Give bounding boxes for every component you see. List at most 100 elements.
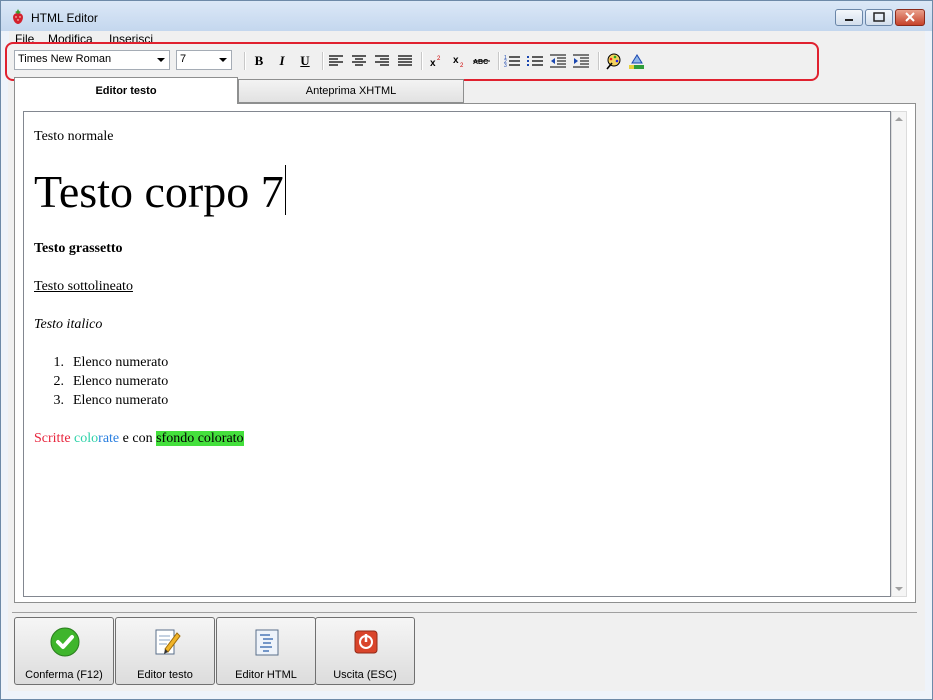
text-color-button[interactable] bbox=[604, 52, 622, 70]
list-number: 2. bbox=[53, 374, 65, 389]
text-plain: e con bbox=[119, 431, 157, 446]
text-blue: rate bbox=[98, 431, 120, 446]
list-item: 2. Elenco numerato bbox=[34, 374, 169, 390]
bullet-list-button[interactable] bbox=[526, 52, 544, 70]
align-right-button[interactable] bbox=[373, 52, 391, 70]
menu-modifica[interactable]: Modifica bbox=[48, 32, 93, 46]
underline-icon: U bbox=[300, 53, 310, 68]
italic-icon: I bbox=[279, 53, 285, 68]
numbered-list-icon: 123 bbox=[504, 55, 520, 68]
text-caret bbox=[284, 165, 286, 215]
justify-icon bbox=[398, 55, 412, 66]
chevron-down-icon bbox=[157, 58, 165, 62]
text-underlined: Testo sottolineato bbox=[34, 279, 133, 294]
font-size-select[interactable]: 7 bbox=[176, 50, 232, 70]
highlight-color-icon bbox=[628, 53, 644, 69]
close-button[interactable] bbox=[895, 9, 925, 26]
toolbar-separator bbox=[421, 52, 423, 70]
toolbar-separator bbox=[322, 52, 324, 70]
superscript-icon: x2 bbox=[430, 56, 441, 68]
font-family-value: Times New Roman bbox=[18, 53, 112, 65]
svg-text:ABC: ABC bbox=[473, 59, 488, 66]
align-right-icon bbox=[375, 55, 389, 66]
tab-editor-testo[interactable]: Editor testo bbox=[14, 77, 238, 104]
text-color-icon bbox=[605, 53, 620, 70]
text-colored: Scritte colorate e con sfondo colorato bbox=[34, 431, 244, 447]
tab-anteprima-xhtml[interactable]: Anteprima XHTML bbox=[238, 79, 464, 103]
text-large-content: Testo corpo 7 bbox=[34, 166, 284, 217]
italic-button[interactable]: I bbox=[273, 52, 291, 70]
highlight-color-button[interactable] bbox=[627, 52, 645, 70]
font-size-value: 7 bbox=[180, 53, 187, 65]
font-family-select[interactable]: Times New Roman bbox=[14, 50, 170, 70]
superscript-button[interactable]: x2 bbox=[427, 52, 445, 70]
increase-indent-button[interactable] bbox=[572, 52, 590, 70]
align-left-icon bbox=[329, 55, 343, 66]
text-editor-label: Editor testo bbox=[137, 669, 193, 681]
html-editor-label: Editor HTML bbox=[235, 669, 297, 681]
rich-text-editor[interactable]: Testo normale Testo corpo 7 Testo grasse… bbox=[23, 111, 891, 597]
text-green-background: sfondo colorato bbox=[156, 431, 244, 446]
chevron-down-icon bbox=[219, 58, 227, 62]
svg-text:2: 2 bbox=[460, 63, 464, 68]
toolbar-separator bbox=[498, 52, 500, 70]
list-item: 1. Elenco numerato bbox=[34, 355, 169, 371]
list-number: 3. bbox=[53, 393, 65, 408]
list-text: Elenco numerato bbox=[73, 355, 169, 370]
strikethrough-button[interactable]: ABC bbox=[473, 52, 491, 70]
confirm-label: Conferma (F12) bbox=[25, 669, 103, 681]
tab-label: Editor testo bbox=[95, 85, 157, 97]
svg-text:2: 2 bbox=[437, 56, 441, 62]
html-editor-button[interactable]: Editor HTML bbox=[216, 617, 316, 685]
text-teal: colo bbox=[74, 431, 99, 446]
subscript-icon: x2 bbox=[453, 55, 464, 68]
list-text: Elenco numerato bbox=[73, 393, 169, 408]
justify-button[interactable] bbox=[396, 52, 414, 70]
strawberry-icon bbox=[13, 9, 23, 24]
toolbar-separator bbox=[244, 52, 246, 70]
text-editor-button[interactable]: Editor testo bbox=[115, 617, 215, 685]
close-icon bbox=[905, 12, 915, 22]
menu-file[interactable]: File bbox=[15, 32, 34, 46]
numbered-list-button[interactable]: 123 bbox=[503, 52, 521, 70]
check-icon bbox=[50, 627, 80, 657]
svg-text:3: 3 bbox=[504, 63, 507, 68]
underline-button[interactable]: U bbox=[296, 52, 314, 70]
increase-indent-icon bbox=[573, 54, 589, 68]
bold-icon: B bbox=[254, 53, 264, 68]
subscript-button[interactable]: x2 bbox=[450, 52, 468, 70]
exit-label: Uscita (ESC) bbox=[333, 669, 397, 681]
text-red: Scritte bbox=[34, 431, 71, 446]
scroll-up-arrow-icon[interactable] bbox=[895, 117, 903, 121]
align-center-button[interactable] bbox=[350, 52, 368, 70]
power-icon bbox=[354, 630, 378, 654]
list-text: Elenco numerato bbox=[73, 374, 169, 389]
minimize-icon bbox=[845, 19, 853, 21]
confirm-button[interactable]: Conferma (F12) bbox=[14, 617, 114, 685]
bold-button[interactable]: B bbox=[250, 52, 268, 70]
minimize-button[interactable] bbox=[835, 9, 863, 26]
text-normal: Testo normale bbox=[34, 129, 114, 144]
svg-text:x: x bbox=[430, 58, 436, 68]
window-title: HTML Editor bbox=[31, 11, 98, 25]
text-bold: Testo grassetto bbox=[34, 241, 123, 256]
decrease-indent-button[interactable] bbox=[549, 52, 567, 70]
maximize-icon bbox=[873, 12, 885, 22]
toolbar-separator bbox=[598, 52, 600, 70]
list-number: 1. bbox=[53, 355, 65, 370]
menu-bar: File Modifica Inserisci bbox=[9, 31, 925, 47]
svg-text:x: x bbox=[453, 55, 459, 66]
align-left-button[interactable] bbox=[327, 52, 345, 70]
editor-vertical-scrollbar[interactable] bbox=[891, 111, 907, 597]
maximize-button[interactable] bbox=[865, 9, 893, 26]
decrease-indent-icon bbox=[550, 54, 566, 68]
list-item: 3. Elenco numerato bbox=[34, 393, 169, 409]
title-bar[interactable]: HTML Editor bbox=[1, 1, 932, 31]
scroll-down-arrow-icon[interactable] bbox=[895, 587, 903, 591]
text-italic: Testo italico bbox=[34, 317, 103, 332]
menu-inserisci[interactable]: Inserisci bbox=[109, 32, 153, 46]
edit-document-icon bbox=[155, 629, 181, 655]
exit-button[interactable]: Uscita (ESC) bbox=[315, 617, 415, 685]
text-large: Testo corpo 7 bbox=[34, 164, 286, 220]
tab-label: Anteprima XHTML bbox=[305, 85, 397, 97]
